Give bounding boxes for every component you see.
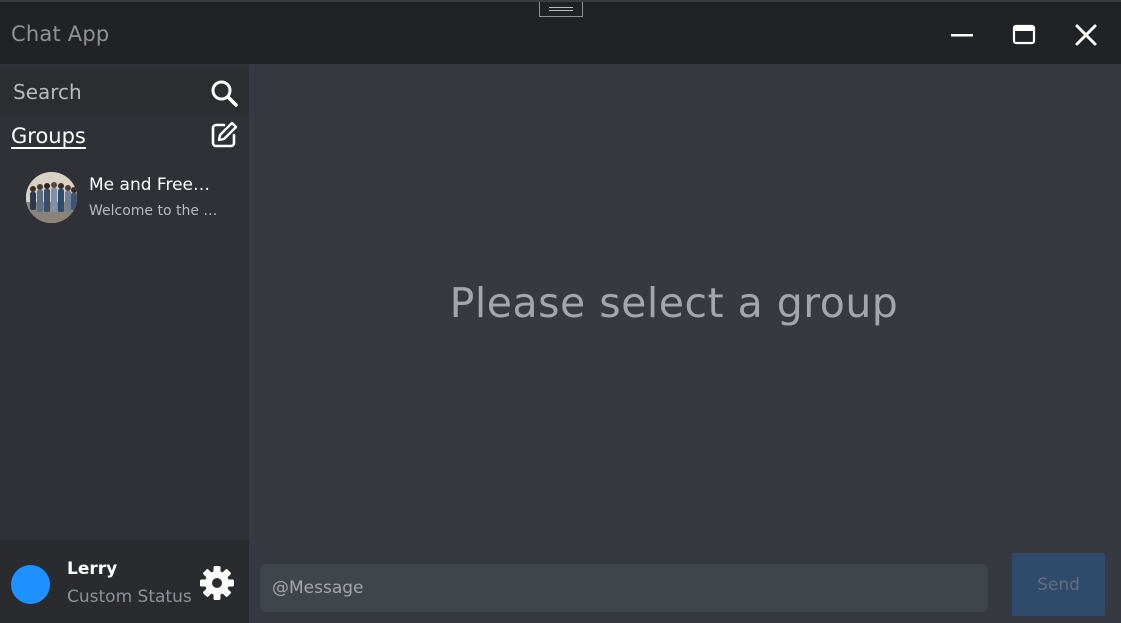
- user-name: Lerry: [67, 559, 118, 579]
- search-bar: [0, 68, 249, 116]
- maximize-icon: [1012, 24, 1036, 45]
- empty-state-message: Please select a group: [449, 279, 899, 327]
- close-button[interactable]: [1066, 16, 1106, 54]
- avatar[interactable]: [11, 565, 50, 604]
- gear-icon[interactable]: [199, 565, 235, 601]
- user-panel: Lerry Custom Status: [0, 540, 249, 623]
- app-title: Chat App: [11, 22, 110, 46]
- sidebar: Groups: [0, 64, 249, 623]
- group-list-item[interactable]: Me and Freeman Welcome to the group: [0, 168, 249, 228]
- minimize-button[interactable]: [942, 16, 982, 54]
- send-button[interactable]: Send: [1012, 553, 1105, 616]
- group-last-message: Welcome to the group: [89, 203, 224, 219]
- title-bar[interactable]: Chat App: [0, 0, 1121, 64]
- chat-main: Please select a group Send: [249, 64, 1121, 623]
- drag-handle-icon[interactable]: [539, 2, 583, 17]
- groups-title[interactable]: Groups: [11, 124, 86, 148]
- group-name: Me and Freeman: [89, 175, 214, 195]
- message-input[interactable]: [260, 564, 988, 612]
- close-icon: [1075, 24, 1097, 46]
- chat-app-window: Chat App Search Groups Me and Freem Welc…: [0, 0, 1121, 623]
- maximize-button[interactable]: [1004, 16, 1044, 54]
- compose-icon[interactable]: [209, 120, 239, 150]
- minimize-icon: [951, 34, 973, 37]
- group-avatar: [26, 172, 77, 223]
- user-status: Custom Status: [67, 587, 192, 607]
- search-input[interactable]: [0, 68, 200, 116]
- search-icon[interactable]: [209, 78, 239, 108]
